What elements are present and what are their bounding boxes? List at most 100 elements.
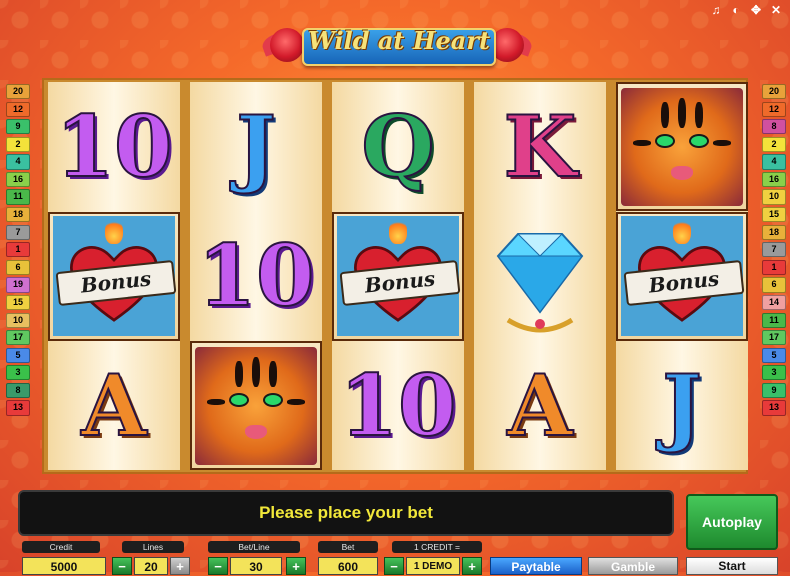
- reels-area: 10 Bonus A J 10 Q Bonus 10 K A Bonus J: [42, 78, 748, 474]
- payline-marker[interactable]: 19: [6, 277, 30, 293]
- payline-marker[interactable]: 6: [762, 277, 786, 293]
- payline-marker[interactable]: 2: [762, 136, 786, 152]
- payline-marker[interactable]: 10: [6, 312, 30, 328]
- card-symbol: J: [190, 82, 322, 211]
- payline-marker[interactable]: 17: [762, 330, 786, 346]
- payline-marker[interactable]: 7: [762, 242, 786, 258]
- card-symbol: Q: [332, 82, 464, 211]
- payline-marker[interactable]: 18: [762, 224, 786, 240]
- reel: J 10: [190, 82, 322, 470]
- card-symbol: A: [474, 341, 606, 470]
- payline-marker[interactable]: 11: [762, 312, 786, 328]
- card-letter: J: [661, 355, 703, 455]
- denomination-decrease-button[interactable]: −: [384, 557, 404, 575]
- reel: Bonus J: [616, 82, 748, 470]
- betline-increase-button[interactable]: +: [286, 557, 306, 575]
- payline-marker[interactable]: 13: [762, 400, 786, 416]
- gamble-button[interactable]: Gamble: [588, 557, 678, 575]
- lines-label: Lines: [122, 541, 184, 553]
- tiger-symbol: [190, 341, 322, 470]
- payline-marker[interactable]: 3: [762, 365, 786, 381]
- tiger-symbol: [616, 82, 748, 211]
- bonus-heart-icon: Bonus: [337, 216, 461, 336]
- payline-marker[interactable]: 10: [762, 189, 786, 205]
- reel: KA: [474, 82, 606, 470]
- payline-marker[interactable]: 5: [762, 347, 786, 363]
- bonus-heart-icon: Bonus: [621, 216, 745, 336]
- autoplay-button[interactable]: Autoplay: [686, 494, 778, 550]
- payline-marker[interactable]: 20: [762, 84, 786, 100]
- bonus-heart-symbol: Bonus: [332, 211, 464, 341]
- lines-decrease-button[interactable]: −: [112, 557, 132, 575]
- speaker-icon[interactable]: ◐: [730, 4, 742, 16]
- payline-marker[interactable]: 14: [762, 294, 786, 311]
- payline-marker[interactable]: 12: [762, 101, 786, 117]
- game-logo: Wild at Heart: [259, 20, 535, 68]
- payline-marker[interactable]: 18: [6, 207, 30, 223]
- bonus-heart-icon: Bonus: [53, 216, 177, 336]
- bonus-heart-symbol: Bonus: [48, 211, 180, 341]
- message-bar: Please place your bet: [18, 490, 674, 536]
- betline-decrease-button[interactable]: −: [208, 557, 228, 575]
- logo-title: Wild at Heart: [307, 26, 491, 55]
- card-symbol: A: [48, 341, 180, 470]
- payline-marker[interactable]: 15: [762, 207, 786, 223]
- card-letter: K: [502, 96, 577, 196]
- bet-value: 600: [318, 557, 378, 575]
- payline-marker[interactable]: 17: [6, 330, 30, 346]
- credit-label: Credit: [22, 541, 100, 553]
- card-symbol: K: [474, 82, 606, 211]
- payline-marker[interactable]: 9: [762, 382, 786, 399]
- payline-marker[interactable]: 9: [6, 119, 30, 135]
- payline-marker[interactable]: 13: [6, 400, 30, 416]
- card-letter: A: [80, 355, 147, 455]
- tiger-icon: [621, 87, 743, 206]
- fullscreen-icon[interactable]: ✥: [750, 4, 762, 16]
- credit-equals-label: 1 CREDIT =: [392, 541, 482, 553]
- payline-marker[interactable]: 16: [762, 171, 786, 188]
- card-letter: A: [506, 355, 573, 455]
- card-letter: 10: [197, 226, 316, 325]
- start-button[interactable]: Start: [686, 557, 778, 575]
- payline-marker[interactable]: 1: [762, 259, 786, 275]
- reel: 10 Bonus A: [48, 82, 180, 470]
- betline-value: 30: [230, 557, 282, 575]
- payline-marker[interactable]: 11: [6, 189, 30, 205]
- close-icon[interactable]: ✕: [770, 4, 782, 16]
- card-letter: Q: [360, 96, 435, 196]
- diamond-symbol: [474, 212, 606, 341]
- card-symbol: 10: [190, 212, 322, 341]
- denomination-increase-button[interactable]: +: [462, 557, 482, 575]
- rose-icon: [270, 28, 304, 62]
- payline-marker[interactable]: 20: [6, 84, 30, 100]
- payline-marker[interactable]: 12: [6, 101, 30, 117]
- payline-marker[interactable]: 2: [6, 136, 30, 152]
- payline-marker[interactable]: 16: [6, 171, 30, 188]
- payline-marker[interactable]: 5: [6, 347, 30, 363]
- payline-marker[interactable]: 8: [762, 119, 786, 135]
- card-letter: 10: [55, 96, 174, 196]
- credit-equals-value: 1 DEMO: [406, 557, 460, 575]
- bet-label: Bet: [318, 541, 378, 553]
- reel: Q Bonus 10: [332, 82, 464, 470]
- card-letter: 10: [339, 355, 458, 455]
- music-icon[interactable]: ♫: [710, 4, 722, 16]
- payline-marker[interactable]: 3: [6, 365, 30, 381]
- lines-increase-button[interactable]: +: [170, 557, 190, 575]
- paytable-button[interactable]: Paytable: [490, 557, 582, 575]
- diamond-icon: [496, 233, 584, 333]
- payline-marker[interactable]: 7: [6, 224, 30, 240]
- payline-marker[interactable]: 8: [6, 382, 30, 399]
- bonus-heart-symbol: Bonus: [616, 211, 748, 341]
- card-letter: J: [235, 96, 277, 196]
- payline-markers-left: 20 12 9 2 4 16 11 18 7 1 6 19 15 10 17 5 3 8 13: [6, 84, 30, 416]
- card-symbol: 10: [48, 82, 180, 211]
- card-symbol: 10: [332, 341, 464, 470]
- payline-marker[interactable]: 4: [6, 154, 30, 170]
- payline-marker[interactable]: 1: [6, 242, 30, 258]
- credit-value: 5000: [22, 557, 106, 575]
- card-symbol: J: [616, 341, 748, 470]
- payline-marker[interactable]: 4: [762, 154, 786, 170]
- payline-marker[interactable]: 15: [6, 294, 30, 311]
- payline-marker[interactable]: 6: [6, 259, 30, 275]
